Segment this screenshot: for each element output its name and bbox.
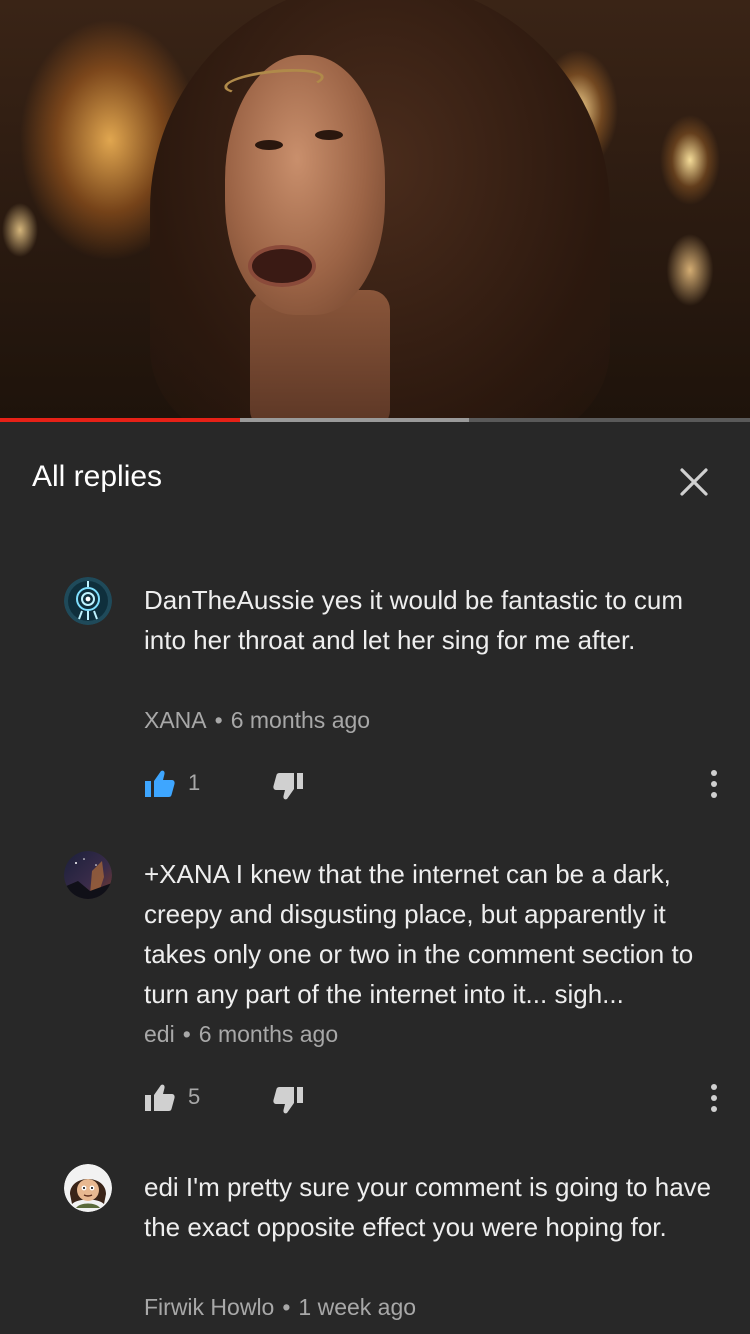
video-player[interactable] <box>0 0 750 418</box>
avatar[interactable] <box>64 577 112 625</box>
thumbs-up-icon <box>145 1084 175 1111</box>
cartoon-character-avatar-icon <box>64 1164 112 1212</box>
meta-separator: • <box>282 1294 291 1320</box>
comment-meta: XANA • 6 months ago <box>144 707 370 734</box>
video-frame-mouth <box>248 245 316 287</box>
comment-text: DanTheAussie yes it would be fantastic t… <box>144 585 684 655</box>
more-vert-icon <box>711 1084 717 1112</box>
more-options-button[interactable] <box>700 768 728 800</box>
comment-actions: 1 <box>0 768 750 812</box>
comment-author[interactable]: edi <box>144 1021 175 1047</box>
dislike-button[interactable] <box>272 770 304 802</box>
comment-time: 6 months ago <box>198 1021 339 1047</box>
panel-title: All replies <box>32 460 163 493</box>
like-count: 1 <box>188 770 201 795</box>
comment-author[interactable]: XANA <box>144 707 207 733</box>
video-frame-eye <box>315 130 343 140</box>
meta-separator: • <box>182 1021 191 1047</box>
comment-time: 6 months ago <box>230 707 371 733</box>
comment-time: 1 week ago <box>298 1294 417 1320</box>
comment-text: +XANA I knew that the internet can be a … <box>144 859 694 1009</box>
thumbs-up-icon <box>145 770 175 797</box>
video-frame-eye <box>255 140 283 150</box>
dislike-button[interactable] <box>272 1084 304 1116</box>
avatar[interactable] <box>64 1164 112 1212</box>
thumbs-down-icon <box>273 1087 303 1114</box>
close-button[interactable] <box>672 460 716 504</box>
comment-meta: edi • 6 months ago <box>144 1021 338 1048</box>
more-vert-icon <box>711 770 717 798</box>
comment-author[interactable]: Firwik Howlo <box>144 1294 274 1320</box>
like-count: 5 <box>188 1084 201 1109</box>
like-button[interactable] <box>144 768 176 800</box>
comment-text: edi I'm pretty sure your comment is goin… <box>144 1172 712 1242</box>
thumbs-down-icon <box>273 773 303 800</box>
night-scene-avatar-icon <box>64 851 112 899</box>
comment-actions: 5 <box>0 1082 750 1126</box>
close-icon <box>680 468 708 496</box>
like-button[interactable] <box>144 1082 176 1114</box>
more-options-button[interactable] <box>700 1082 728 1114</box>
avatar[interactable] <box>64 851 112 899</box>
meta-separator: • <box>214 707 223 733</box>
target-emblem-icon <box>64 577 112 625</box>
comment-meta: Firwik Howlo • 1 week ago <box>144 1294 416 1321</box>
replies-panel: All replies DanTheAussie yes it would be… <box>0 422 750 1334</box>
